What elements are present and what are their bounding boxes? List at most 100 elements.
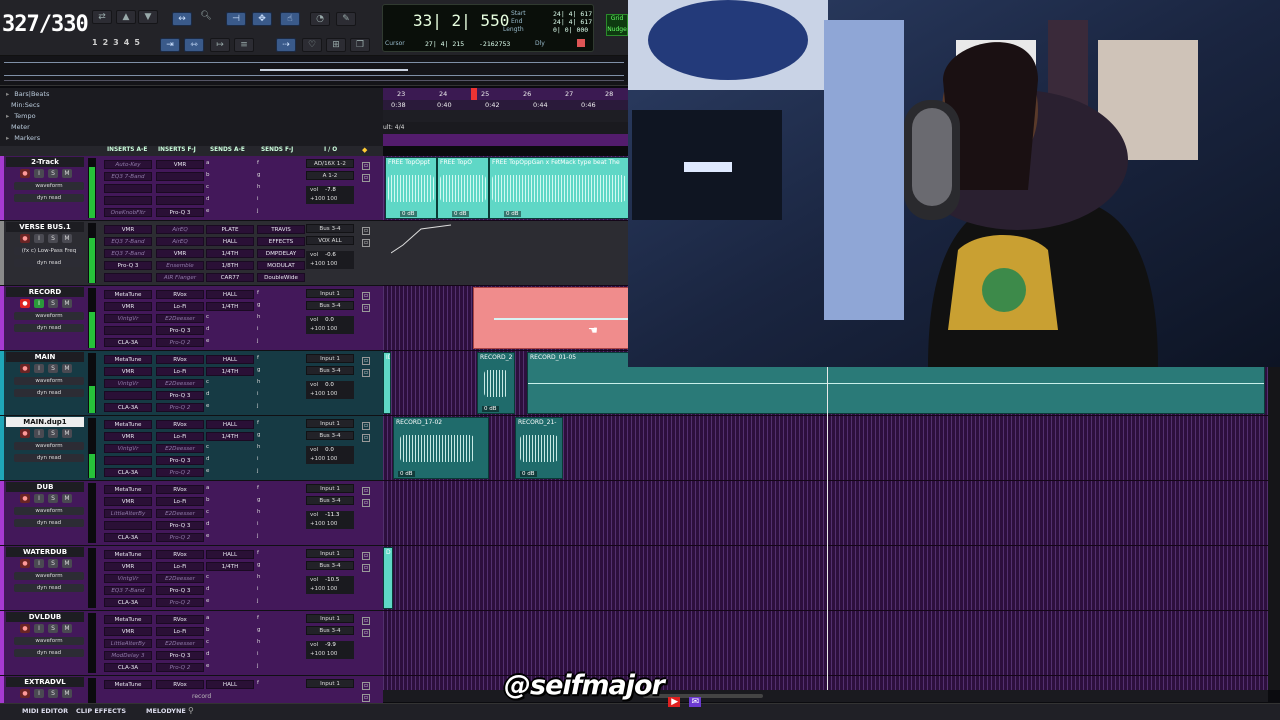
send-slot[interactable]: e <box>206 598 216 604</box>
volume-pan-readout[interactable]: vol -0.6 +100 100 <box>306 251 354 269</box>
lane-waterdub[interactable]: D <box>383 546 1268 611</box>
session-overview-strip[interactable] <box>0 56 628 86</box>
output-selector[interactable]: Bus 3-4 <box>306 431 354 440</box>
insert-slot[interactable]: VintgVr <box>104 379 152 388</box>
insert-slot[interactable]: Pro-Q 2 <box>156 598 204 607</box>
insert-slot[interactable]: AIR Flanger <box>156 273 204 282</box>
insert-slot[interactable] <box>104 391 152 400</box>
track-option-icon[interactable]: ▫ <box>362 162 370 170</box>
send-slot[interactable]: i <box>257 326 267 332</box>
volume-value[interactable]: 0.0 <box>325 382 334 388</box>
automation-mode-selector[interactable]: dyn read <box>14 389 84 397</box>
grid-badge[interactable]: Grid Nudge <box>606 14 628 36</box>
pencil-tool-icon[interactable]: ✎ <box>336 12 356 26</box>
timeline-rulers[interactable]: 23 24 25 26 27 28 0:38 0:40 0:42 0:44 0:… <box>383 88 628 146</box>
input-monitor-button[interactable]: I <box>34 364 44 373</box>
send-slot[interactable]: e <box>206 663 216 669</box>
input-selector[interactable]: Input 1 <box>306 679 354 688</box>
send-slot[interactable]: a <box>206 485 216 491</box>
keyboard-focus-icon[interactable]: ⇢ <box>276 38 296 52</box>
send-slot[interactable]: b <box>206 627 216 633</box>
track-header[interactable]: VERSE BUS.1 ● I S M (fx c) Low-Pass Freq dyn r… <box>0 221 383 286</box>
send-slot[interactable]: j <box>257 598 267 604</box>
insert-slot[interactable]: Pro-Q 3 <box>156 456 204 465</box>
send-slot[interactable]: d <box>206 456 216 462</box>
track-option-icon[interactable]: ▫ <box>362 227 370 235</box>
send-slot[interactable]: a <box>206 615 216 621</box>
grabber-tool-icon[interactable]: ☝ <box>280 12 300 26</box>
track-option-icon[interactable]: ▫ <box>362 694 370 702</box>
insert-slot[interactable]: E2Deesser <box>156 379 204 388</box>
volume-pan-readout[interactable]: vol -9.9 +100 100 <box>306 641 354 659</box>
insert-slot[interactable]: Pro-Q 3 <box>156 391 204 400</box>
input-selector[interactable]: Input 1 <box>306 419 354 428</box>
send-slot[interactable]: HALL <box>206 680 254 689</box>
audio-clip[interactable]: RECORD_17-02 0 dB <box>393 417 489 479</box>
send-slot[interactable]: i <box>257 586 267 592</box>
send-slot[interactable]: c <box>206 444 216 450</box>
audio-clip[interactable]: D <box>383 547 393 609</box>
track-name[interactable]: DUB <box>6 482 84 492</box>
track-view-selector[interactable]: waveform <box>14 312 84 320</box>
input-monitor-button[interactable]: I <box>34 624 44 633</box>
expand-triangle-icon[interactable]: ▸ <box>6 112 9 120</box>
track-option-icon[interactable]: ▫ <box>362 174 370 182</box>
insert-slot[interactable]: MetaTune <box>104 615 152 624</box>
markers-ruler[interactable] <box>383 134 628 146</box>
input-selector[interactable]: AD/16X 1-2 <box>306 159 354 168</box>
track-view-selector[interactable]: (fx c) Low-Pass Freq <box>14 247 84 255</box>
track-option-icon[interactable]: ▫ <box>362 239 370 247</box>
input-selector[interactable]: Input 1 <box>306 549 354 558</box>
send-slot[interactable]: d <box>206 521 216 527</box>
audio-clip[interactable]: ID <box>383 352 391 414</box>
insert-slot[interactable]: Pro-Q 2 <box>156 403 204 412</box>
insertion-follows-icon[interactable]: ↦ <box>210 38 230 52</box>
insert-slot[interactable]: Auto-Key <box>104 160 152 169</box>
ruler-markers[interactable]: ▸ Markers <box>6 134 40 145</box>
zoom-preset-3[interactable]: 3 <box>113 38 124 47</box>
track-name[interactable]: MAIN <box>6 352 84 362</box>
input-selector[interactable]: Bus 3-4 <box>306 224 354 233</box>
mute-button[interactable]: M <box>62 299 72 308</box>
lane-main-dup1[interactable]: RECORD_17-02 0 dB RECORD_21- 0 dB <box>383 416 1268 481</box>
track-option-icon[interactable]: ▫ <box>362 357 370 365</box>
insert-slot[interactable]: Pro-Q 2 <box>156 663 204 672</box>
send-slot[interactable]: j <box>257 208 267 214</box>
pan-value[interactable]: +100 100 <box>310 455 354 464</box>
insert-slot[interactable]: Pro-Q 3 <box>156 651 204 660</box>
output-selector[interactable]: Bus 3-4 <box>306 496 354 505</box>
send-slot[interactable]: f <box>257 290 267 296</box>
insert-slot[interactable]: CLA-3A <box>104 403 152 412</box>
solo-button[interactable]: S <box>48 234 58 243</box>
volume-value[interactable]: -0.6 <box>325 252 336 258</box>
pin-icon[interactable]: ⚲ <box>188 706 194 715</box>
record-enable-button[interactable]: ● <box>20 299 30 308</box>
pan-value[interactable]: +100 100 <box>310 585 354 594</box>
link-timeline-icon[interactable]: ⇿ <box>184 38 204 52</box>
insert-slot[interactable]: CLA-3A <box>104 598 152 607</box>
track-view-selector[interactable]: waveform <box>14 637 84 645</box>
pan-value[interactable]: +100 100 <box>310 390 354 399</box>
track-option-icon[interactable]: ▫ <box>362 422 370 430</box>
automation-mode-selector[interactable]: dyn read <box>14 584 84 592</box>
send-slot[interactable]: c <box>206 379 216 385</box>
send-slot[interactable]: 1/4TH <box>206 302 254 311</box>
tab-clip-effects[interactable]: CLIP EFFECTS <box>76 707 126 715</box>
output-selector[interactable]: A 1-2 <box>306 171 354 180</box>
send-slot[interactable]: g <box>257 627 267 633</box>
audio-clip[interactable]: FREE TopOppt 0 dB <box>385 157 437 219</box>
send-slot[interactable]: d <box>206 196 216 202</box>
output-selector[interactable]: VOX ALL <box>306 236 354 245</box>
mute-button[interactable]: M <box>62 559 72 568</box>
insert-slot[interactable]: AirEQ <box>156 225 204 234</box>
insert-slot[interactable]: CLA-3A <box>104 338 152 347</box>
track-view-selector[interactable]: waveform <box>14 182 84 190</box>
mute-button[interactable]: M <box>62 364 72 373</box>
insert-slot[interactable]: MetaTune <box>104 420 152 429</box>
insert-slot[interactable]: RVox <box>156 615 204 624</box>
input-monitor-button[interactable]: I <box>34 169 44 178</box>
send-slot[interactable]: 1/8TH <box>206 261 254 270</box>
volume-value[interactable]: -7.8 <box>325 187 336 193</box>
input-selector[interactable]: Input 1 <box>306 614 354 623</box>
insert-slot[interactable]: RVox <box>156 420 204 429</box>
